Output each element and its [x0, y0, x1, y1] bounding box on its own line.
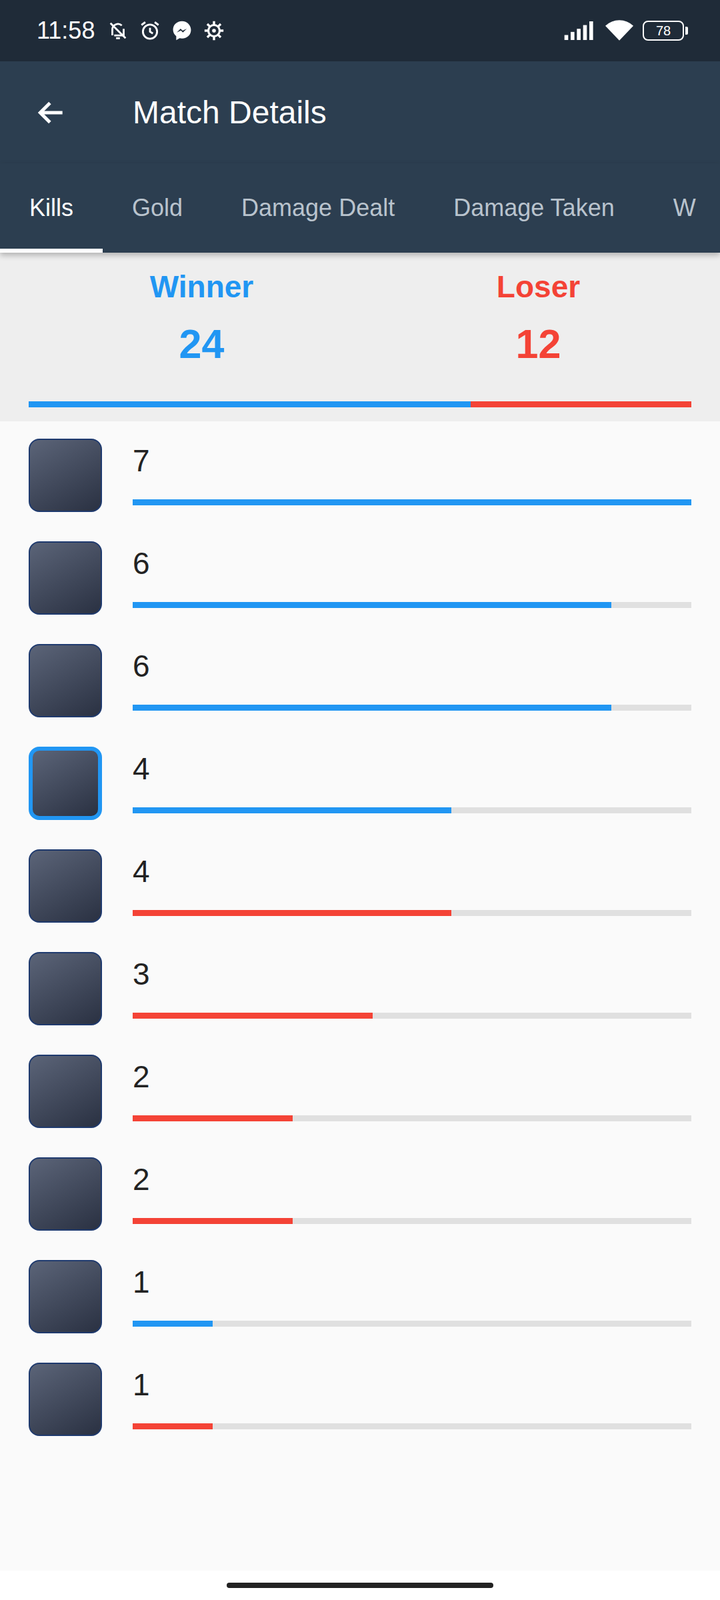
tab[interactable]: W	[644, 163, 720, 253]
tab[interactable]: Damage Dealt	[212, 163, 424, 253]
kill-bar	[132, 807, 692, 814]
wifi-icon	[605, 20, 634, 42]
champion-portrait	[28, 541, 102, 615]
player-row[interactable]: 6	[0, 524, 720, 627]
alarm-icon	[138, 19, 162, 42]
kill-count: 3	[132, 956, 692, 993]
kill-bar	[132, 1115, 692, 1122]
kill-count: 4	[132, 750, 692, 788]
team-label: Loser	[496, 268, 580, 306]
player-row[interactable]: 1	[0, 1345, 720, 1448]
kill-split-bar	[28, 401, 692, 408]
champion-portrait	[28, 438, 102, 512]
player-row[interactable]: 3	[0, 934, 720, 1038]
kill-count: 1	[132, 1264, 692, 1301]
kill-count: 2	[132, 1058, 692, 1096]
back-arrow-icon[interactable]	[34, 96, 68, 130]
page-title: Match Details	[132, 94, 327, 131]
kill-bar	[132, 1423, 692, 1430]
player-row[interactable]: 4	[0, 832, 720, 935]
tab-bar: KillsGoldDamage DealtDamage TakenW	[0, 163, 720, 253]
player-row[interactable]: 4	[0, 729, 720, 832]
player-row[interactable]: 2	[0, 1037, 720, 1140]
champion-portrait	[28, 1260, 102, 1334]
kill-bar	[132, 1012, 692, 1019]
status-time: 11:58	[36, 16, 95, 45]
kill-count: 4	[132, 853, 692, 890]
navigation-bar	[0, 1570, 720, 1600]
kill-count: 7	[132, 442, 692, 480]
tab[interactable]: Damage Taken	[424, 163, 644, 253]
team-score: 24	[179, 320, 225, 369]
gear-icon	[202, 19, 226, 42]
tab[interactable]: Gold	[102, 163, 212, 253]
messenger-icon	[170, 19, 194, 42]
champion-portrait	[28, 746, 102, 820]
champion-portrait	[28, 1362, 102, 1436]
kill-bar	[132, 910, 692, 916]
signal-icon	[564, 21, 596, 40]
loser-team: Loser 12	[370, 268, 707, 369]
player-row[interactable]: 2	[0, 1140, 720, 1243]
kill-count: 1	[132, 1366, 692, 1404]
kill-bar	[132, 704, 692, 711]
player-row[interactable]: 7	[0, 421, 720, 524]
champion-portrait	[28, 1157, 102, 1231]
kill-bar	[132, 1320, 692, 1327]
score-summary: Winner 24 Loser 12	[0, 252, 720, 422]
winner-team: Winner 24	[33, 268, 370, 369]
kill-count: 6	[132, 648, 692, 685]
champion-portrait	[28, 849, 102, 923]
battery-level: 78	[656, 24, 671, 38]
kill-bar	[132, 1218, 692, 1224]
team-label: Winner	[150, 268, 254, 306]
kill-count: 6	[132, 545, 692, 582]
battery-icon: 78	[642, 20, 684, 41]
team-score: 12	[516, 320, 562, 369]
champion-portrait	[28, 1054, 102, 1128]
champion-portrait	[28, 952, 102, 1026]
tab[interactable]: Kills	[0, 163, 103, 253]
player-row[interactable]: 6	[0, 626, 720, 730]
kill-count: 2	[132, 1161, 692, 1198]
app-bar: Match Details	[0, 61, 720, 164]
player-row[interactable]: 1	[0, 1242, 720, 1346]
champion-portrait	[28, 644, 102, 718]
kill-bar	[132, 499, 692, 506]
kill-bar	[132, 602, 692, 608]
screen: 11:58 78 Match Details KillsGoldDamage D…	[0, 0, 720, 1600]
status-bar: 11:58 78	[0, 0, 720, 62]
home-indicator[interactable]	[226, 1582, 494, 1588]
player-list: 7 6 6 4 4 3 2 2 1 1	[0, 421, 720, 1571]
bell-off-icon	[106, 19, 130, 42]
